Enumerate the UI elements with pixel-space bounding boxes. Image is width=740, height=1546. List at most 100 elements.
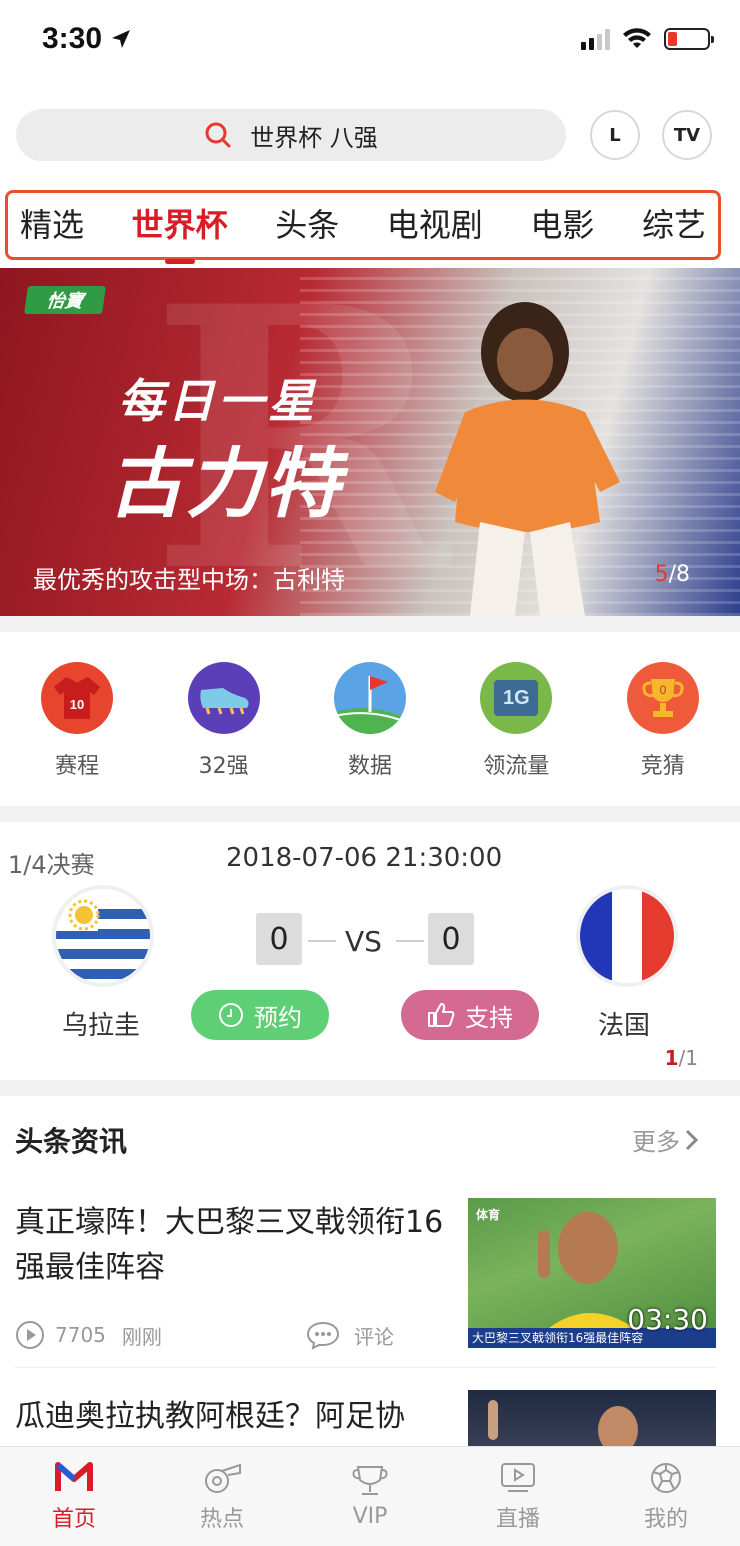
nav-hot[interactable]: 热点 — [162, 1461, 282, 1533]
publish-time: 刚刚 — [121, 1324, 162, 1349]
thumbnail-logo: 体育 — [476, 1208, 501, 1222]
data-1g-badge: 1G — [494, 680, 539, 716]
thumbs-up-icon — [428, 1003, 455, 1027]
tab-movies[interactable]: 电影 — [530, 200, 594, 250]
shortcut-quiz[interactable]: 0 竞猜 — [603, 662, 723, 780]
corner-flag-icon — [333, 662, 406, 734]
tab-worldcup[interactable]: 世界杯 — [132, 200, 228, 264]
shortcut-label: 领流量 — [483, 754, 550, 779]
comment-label: 评论 — [354, 1324, 394, 1349]
shortcut-row: 10 赛程 32强 数据 1G 领流量 0 竞猜 — [0, 662, 740, 780]
news-more-link[interactable]: 更多 — [632, 1122, 700, 1157]
home-team-name: 乌拉圭 — [62, 1011, 141, 1041]
banner-page-current: 5 — [654, 562, 669, 587]
clock-icon — [219, 1003, 243, 1027]
bottom-tab-bar: 首页 热点 VIP 直播 我的 — [0, 1446, 740, 1546]
chevron-right-icon — [685, 1129, 699, 1150]
article-title: 真正壕阵！大巴黎三叉戟领衔16强最佳阵容 — [15, 1205, 444, 1285]
search-query: 世界杯 八强 — [250, 123, 378, 152]
nav-label: VIP — [352, 1504, 388, 1529]
match-page-current: 1 — [664, 1046, 679, 1070]
banner-pager: 5/8 — [655, 562, 690, 587]
history-label: L — [609, 124, 621, 146]
banner-headline-2: 古力特 — [108, 439, 342, 528]
article-thumbnail[interactable] — [468, 1390, 716, 1448]
shortcut-label: 数据 — [347, 754, 392, 779]
status-time: 3:30 — [42, 22, 132, 56]
away-team-name: 法国 — [598, 1011, 651, 1041]
search-icon — [205, 122, 231, 148]
comment-icon — [306, 1321, 340, 1350]
vs-line — [308, 940, 336, 942]
away-score: 0 — [428, 913, 474, 965]
home-logo-icon — [55, 1461, 93, 1491]
shortcut-label: 竞猜 — [640, 754, 685, 779]
trophy-icon: 0 — [626, 662, 699, 734]
section-divider — [0, 616, 740, 632]
tv-label: TV — [673, 124, 701, 146]
shortcut-data-bonus[interactable]: 1G 领流量 — [456, 662, 576, 780]
comment-button[interactable]: 评论 — [306, 1320, 394, 1350]
more-label: 更多 — [632, 1128, 680, 1156]
play-count: 7705 — [55, 1323, 106, 1347]
tab-toutiao[interactable]: 头条 — [275, 200, 339, 250]
uruguay-flag-icon — [56, 889, 150, 983]
banner-caption: 最优秀的攻击型中场：古利特 — [33, 566, 345, 594]
france-flag-icon — [580, 889, 674, 983]
nav-home[interactable]: 首页 — [14, 1461, 134, 1533]
video-duration: 03:30 — [627, 1303, 708, 1336]
tab-variety[interactable]: 综艺 — [642, 200, 706, 250]
jersey-number: 10 — [70, 697, 84, 712]
whistle-icon — [205, 1463, 241, 1493]
shortcut-schedule[interactable]: 10 赛程 — [17, 662, 137, 780]
nav-profile[interactable]: 我的 — [606, 1461, 726, 1533]
match-stage: 1/4决赛 — [8, 851, 95, 879]
wifi-icon — [623, 28, 651, 48]
shortcut-label: 赛程 — [55, 754, 100, 779]
reserve-button[interactable]: 预约 — [191, 990, 329, 1040]
shortcut-32-teams[interactable]: 32强 — [164, 662, 284, 780]
article-thumbnail[interactable]: 体育 大巴黎三叉戟领衔16强最佳阵容 03:30 — [468, 1198, 716, 1348]
shortcut-data[interactable]: 数据 — [310, 662, 430, 780]
data-1g-icon: 1G — [480, 662, 553, 734]
news-section-title: 头条资讯 — [15, 1125, 128, 1158]
shortcut-label: 32强 — [198, 754, 249, 779]
location-arrow-icon — [112, 30, 131, 48]
thumbnail-coach-figure — [488, 1400, 638, 1448]
clock-text: 3:30 — [42, 22, 103, 55]
sponsor-logo: 怡寶 — [24, 286, 106, 314]
banner-page-total: /8 — [668, 562, 690, 587]
vip-cup-icon — [352, 1466, 388, 1495]
hero-banner[interactable]: R 怡寶 每日一星 古力特 最优秀的攻击型中场：古利特 5/8 — [0, 268, 740, 616]
nav-label: 首页 — [51, 1506, 96, 1532]
live-play-icon — [501, 1462, 535, 1492]
tv-button[interactable]: TV — [662, 110, 712, 160]
history-button[interactable]: L — [590, 110, 640, 160]
cellular-signal-icon — [581, 28, 610, 50]
support-button[interactable]: 支持 — [401, 990, 539, 1040]
section-divider — [0, 1080, 740, 1096]
reserve-label: 预约 — [254, 1003, 302, 1032]
player-illustration — [435, 302, 620, 616]
article-title: 瓜迪奥拉执教阿根廷？阿足协 — [15, 1399, 405, 1434]
match-page-total: /1 — [678, 1046, 698, 1070]
trophy-badge: 0 — [659, 683, 666, 697]
channel-tabs: 精选 世界杯 头条 电视剧 电影 综艺 — [5, 190, 721, 264]
nav-live[interactable]: 直播 — [458, 1461, 578, 1533]
status-icons — [581, 28, 714, 50]
vs-line — [396, 940, 424, 942]
nav-label: 直播 — [495, 1506, 540, 1532]
section-divider — [0, 806, 740, 822]
match-pager: 1/1 — [665, 1046, 698, 1070]
tab-tv-series[interactable]: 电视剧 — [387, 200, 483, 250]
battery-icon — [664, 28, 714, 50]
row-separator — [15, 1367, 715, 1368]
nav-label: 热点 — [199, 1506, 244, 1532]
status-bar: 3:30 — [0, 0, 740, 84]
tab-jingxuan[interactable]: 精选 — [20, 200, 84, 250]
vs-label: VS — [345, 925, 382, 958]
search-bar[interactable]: 世界杯 八强 — [16, 109, 566, 161]
match-datetime: 2018-07-06 21:30:00 — [226, 843, 503, 873]
nav-vip[interactable]: VIP — [310, 1464, 430, 1529]
nav-label: 我的 — [643, 1506, 688, 1532]
